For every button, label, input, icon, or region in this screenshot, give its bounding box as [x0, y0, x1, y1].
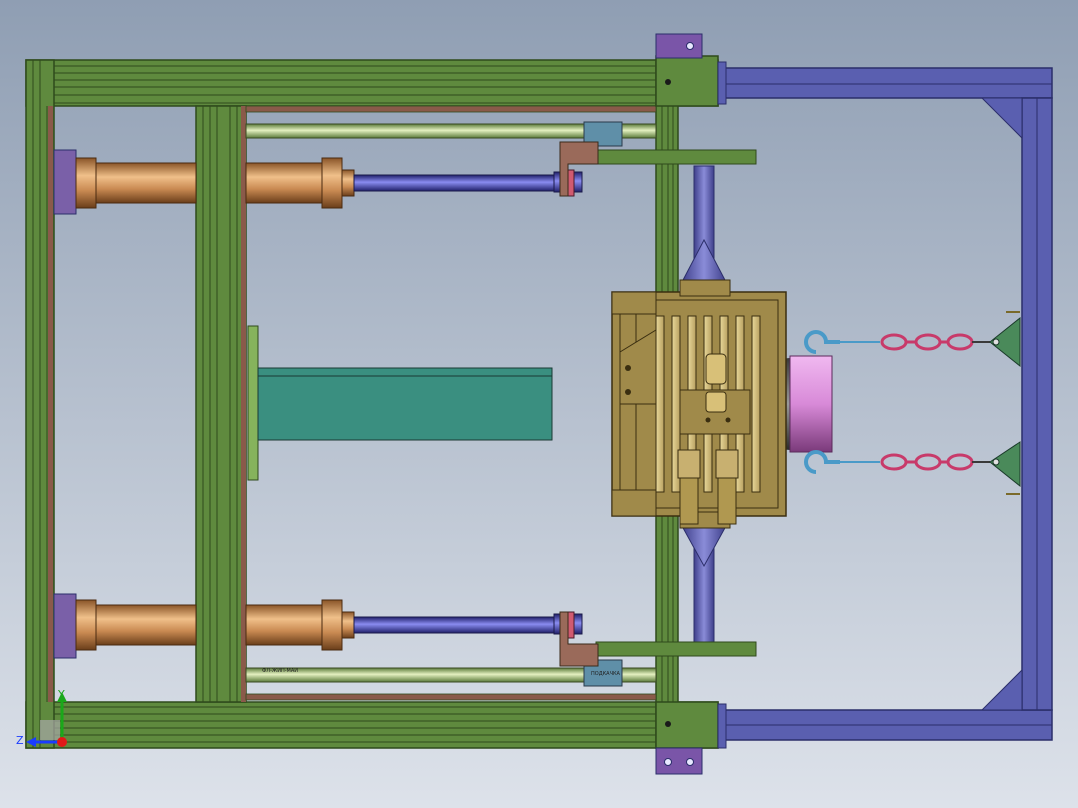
block-label: ПОДКАЧКА — [591, 671, 621, 677]
assembly-drawing[interactable]: ПОДКАЧКА ФЛ-ЖИП-МАИ Y Z — [0, 0, 1078, 808]
cad-viewport[interactable]: ПОДКАЧКА ФЛ-ЖИП-МАИ Y Z — [0, 0, 1078, 808]
bottom-rail-label: ФЛ-ЖИП-МАИ — [262, 668, 298, 674]
triad-y-label: Y — [57, 688, 65, 701]
purple-frame-top-beam — [717, 67, 1053, 99]
triad-z-label: Z — [16, 734, 24, 747]
x-axis-origin-icon — [57, 737, 67, 747]
